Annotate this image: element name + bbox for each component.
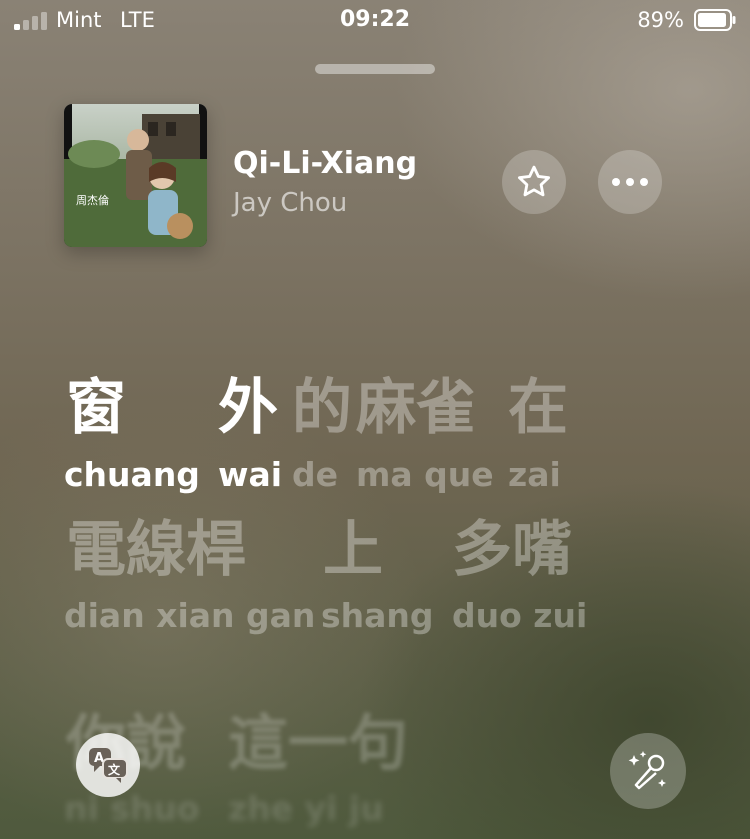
translate-icon: A 文 [89, 748, 128, 783]
svg-text:文: 文 [108, 762, 121, 777]
lyric-word-hanzi: 電線桿 [66, 515, 246, 585]
lyric-word-hanzi: 多嘴 [452, 515, 572, 585]
sing-along-button[interactable] [610, 733, 686, 809]
lyric-word-pinyin: duo zui [452, 596, 588, 635]
lyric-word-hanzi: 這一句 [228, 709, 408, 779]
lyric-word-pinyin: shang [321, 596, 434, 635]
microphone-sparkle-icon [628, 751, 666, 790]
lyric-word-pinyin: ni shuo [64, 789, 200, 828]
lyric-word-pinyin: de [292, 455, 339, 494]
lyric-word-hanzi: 窗 [66, 373, 126, 443]
lyric-word-pinyin: zhe yi ju [228, 789, 384, 828]
lyric-word-hanzi: 在 [508, 373, 568, 443]
lyric-word-hanzi: 上 [323, 515, 383, 585]
lyric-word-pinyin: ma que [356, 455, 494, 494]
lyric-word-hanzi: 外 [218, 373, 278, 443]
lyrics-view[interactable]: 窗 外 的 麻雀 在 chuang wai de ma que zai 電線桿 … [0, 0, 750, 839]
translate-button[interactable]: A 文 [76, 733, 140, 797]
lyric-word-hanzi: 的 [292, 373, 352, 443]
lyric-word-pinyin: wai [218, 455, 283, 494]
lyric-word-pinyin: zai [508, 455, 561, 494]
lyric-word-hanzi: 麻雀 [356, 373, 476, 443]
lyric-word-pinyin: chuang [64, 455, 200, 494]
lyric-word-pinyin: dian xian gan [64, 596, 316, 635]
